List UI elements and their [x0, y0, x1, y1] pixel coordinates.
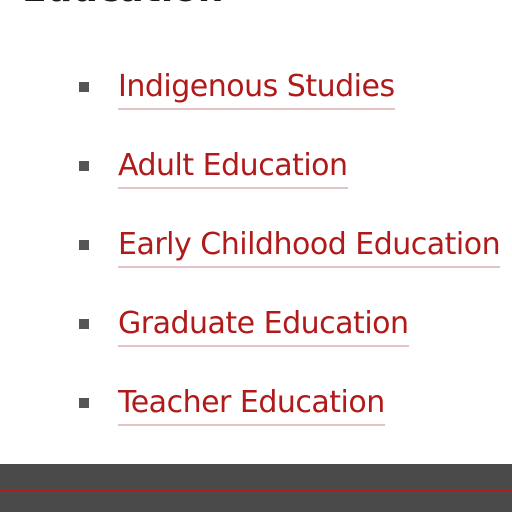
square-bullet-icon	[79, 240, 89, 250]
list-item: Teacher Education	[0, 380, 512, 459]
link-teacher-education[interactable]: Teacher Education	[118, 384, 385, 426]
section-heading: Education	[22, 0, 224, 10]
list-item: Graduate Education	[0, 301, 512, 380]
list-item: Early Childhood Education	[0, 222, 512, 301]
square-bullet-icon	[79, 161, 89, 171]
link-indigenous-studies[interactable]: Indigenous Studies	[118, 68, 395, 110]
list-item: Adult Education	[0, 143, 512, 222]
list-item: Indigenous Studies	[0, 64, 512, 143]
square-bullet-icon	[79, 398, 89, 408]
square-bullet-icon	[79, 319, 89, 329]
link-adult-education[interactable]: Adult Education	[118, 147, 348, 189]
footer-accent-line	[0, 490, 512, 491]
education-links-list: Indigenous Studies Adult Education Early…	[0, 64, 512, 459]
footer-bar	[0, 464, 512, 512]
link-early-childhood-education[interactable]: Early Childhood Education	[118, 226, 501, 268]
link-graduate-education[interactable]: Graduate Education	[118, 305, 409, 347]
square-bullet-icon	[79, 82, 89, 92]
